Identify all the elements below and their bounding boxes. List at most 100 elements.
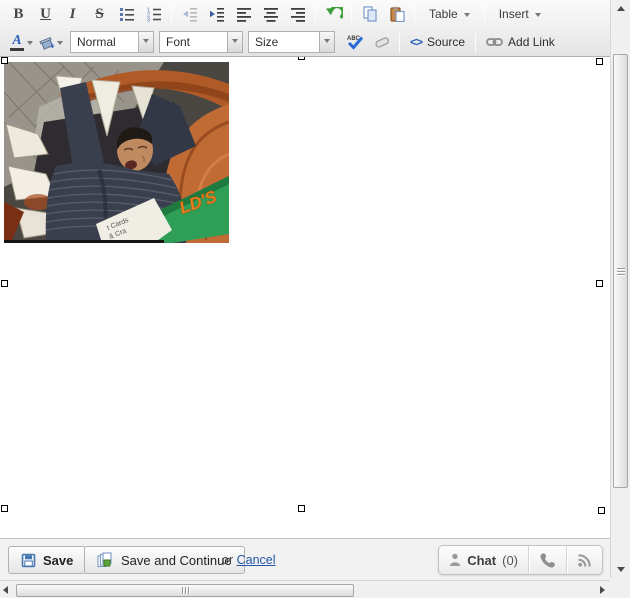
font-value: Font (160, 35, 227, 49)
source-button-label: Source (427, 35, 465, 49)
size-select[interactable]: Size (248, 31, 335, 53)
combo-arrow-button[interactable] (227, 32, 242, 52)
add-link-button[interactable]: Add Link (480, 30, 561, 54)
indent-icon (209, 6, 225, 22)
selection-handle-bottom-right[interactable] (598, 507, 605, 514)
rich-text-editor: B U I S 123 (0, 0, 630, 598)
spellcheck-button[interactable]: ABC (341, 30, 368, 54)
align-right-button[interactable] (284, 2, 311, 26)
background-color-button[interactable] (35, 30, 65, 54)
copy-button[interactable] (356, 2, 383, 26)
strikethrough-icon: S (95, 7, 103, 22)
combo-arrow-button[interactable] (138, 32, 153, 52)
strikethrough-button[interactable]: S (86, 2, 113, 26)
phone-icon (539, 552, 556, 569)
numbered-list-icon: 123 (146, 6, 162, 22)
align-center-button[interactable] (257, 2, 284, 26)
align-right-icon (290, 6, 306, 22)
outdent-icon (182, 6, 198, 22)
selection-handle-top-left[interactable] (1, 57, 8, 64)
selection-handle-bottom-middle[interactable] (298, 505, 305, 512)
link-icon (486, 34, 503, 50)
insert-dropdown[interactable]: Insert (489, 2, 551, 26)
toolbar-separator (399, 33, 400, 52)
align-center-icon (263, 6, 279, 22)
italic-button[interactable]: I (59, 2, 86, 26)
table-dropdown[interactable]: Table (419, 2, 480, 26)
spellcheck-icon: ABC (346, 34, 364, 50)
paint-bucket-icon (37, 34, 57, 51)
remove-format-button[interactable] (368, 30, 395, 54)
scroll-right-arrow[interactable] (600, 586, 605, 594)
save-and-continue-icon (97, 552, 114, 568)
selection-handle-middle-right[interactable] (596, 280, 603, 287)
horizontal-scrollbar-thumb[interactable] (16, 584, 354, 597)
toolbar-separator (484, 5, 485, 24)
scroll-left-arrow[interactable] (3, 586, 8, 594)
text-color-button[interactable]: A (5, 30, 35, 54)
chat-label: Chat (467, 553, 496, 568)
editor-content-area[interactable]: LD'S t Cards & Cra (0, 57, 610, 538)
undo-icon (325, 7, 343, 22)
chat-count: (0) (502, 553, 518, 568)
insert-dropdown-label: Insert (499, 7, 529, 21)
paste-icon (389, 6, 405, 22)
chat-widget: Chat (0) (438, 545, 603, 575)
chevron-down-icon (324, 39, 330, 46)
table-dropdown-label: Table (429, 7, 458, 21)
bullet-list-icon (119, 6, 135, 22)
source-button[interactable]: <> Source (404, 30, 471, 54)
content-image[interactable]: LD'S t Cards & Cra (4, 62, 229, 243)
horizontal-scrollbar[interactable] (0, 580, 610, 598)
vertical-scrollbar[interactable] (610, 0, 630, 578)
scrollbar-corner (610, 578, 630, 598)
text-color-icon: A (7, 34, 27, 51)
selection-handle-middle-left[interactable] (1, 280, 8, 287)
scroll-down-arrow[interactable] (617, 567, 625, 572)
size-value: Size (249, 35, 319, 49)
rss-icon (577, 553, 592, 568)
svg-text:3: 3 (147, 18, 150, 23)
selection-handle-top-middle[interactable] (298, 57, 305, 60)
chevron-down-icon (535, 13, 541, 20)
indent-button[interactable] (203, 2, 230, 26)
align-left-icon (236, 6, 252, 22)
align-left-button[interactable] (230, 2, 257, 26)
toolbar-row-1: B U I S 123 (0, 0, 610, 28)
paste-button[interactable] (383, 2, 410, 26)
paragraph-format-select[interactable]: Normal (70, 31, 154, 53)
vertical-scrollbar-thumb[interactable] (613, 54, 628, 488)
combo-arrow-button[interactable] (319, 32, 334, 52)
bold-button[interactable]: B (5, 2, 32, 26)
undo-button[interactable] (320, 2, 347, 26)
cancel-link[interactable]: Cancel (237, 553, 276, 567)
save-and-continue-button[interactable]: Save and Continue (84, 546, 245, 574)
chat-button[interactable]: Chat (0) (439, 546, 528, 574)
person-icon (449, 553, 461, 567)
chevron-down-icon (143, 39, 149, 46)
bullet-list-button[interactable] (113, 2, 140, 26)
underline-icon: U (40, 7, 51, 22)
phone-button[interactable] (528, 546, 566, 574)
toolbar-separator (475, 33, 476, 52)
bold-icon: B (13, 7, 23, 22)
underline-button[interactable]: U (32, 2, 59, 26)
toolbar-row-2: A Normal Font Size (0, 28, 610, 56)
font-select[interactable]: Font (159, 31, 243, 53)
toolbar-separator (315, 5, 316, 24)
save-button[interactable]: Save (8, 546, 86, 574)
selection-handle-top-right[interactable] (596, 58, 603, 65)
outdent-button[interactable] (176, 2, 203, 26)
scroll-up-arrow[interactable] (617, 6, 625, 11)
selection-handle-bottom-left[interactable] (1, 505, 8, 512)
chevron-down-icon (464, 13, 470, 20)
or-cancel-text: or Cancel (222, 553, 276, 567)
source-code-icon: <> (410, 35, 422, 49)
footer-bar: Save Save and Continue or Cancel Chat (0… (0, 538, 610, 580)
save-icon (21, 553, 36, 568)
toolbar-separator (351, 5, 352, 24)
add-link-label: Add Link (508, 35, 555, 49)
numbered-list-button[interactable]: 123 (140, 2, 167, 26)
or-text: or (222, 553, 233, 567)
rss-button[interactable] (566, 546, 602, 574)
